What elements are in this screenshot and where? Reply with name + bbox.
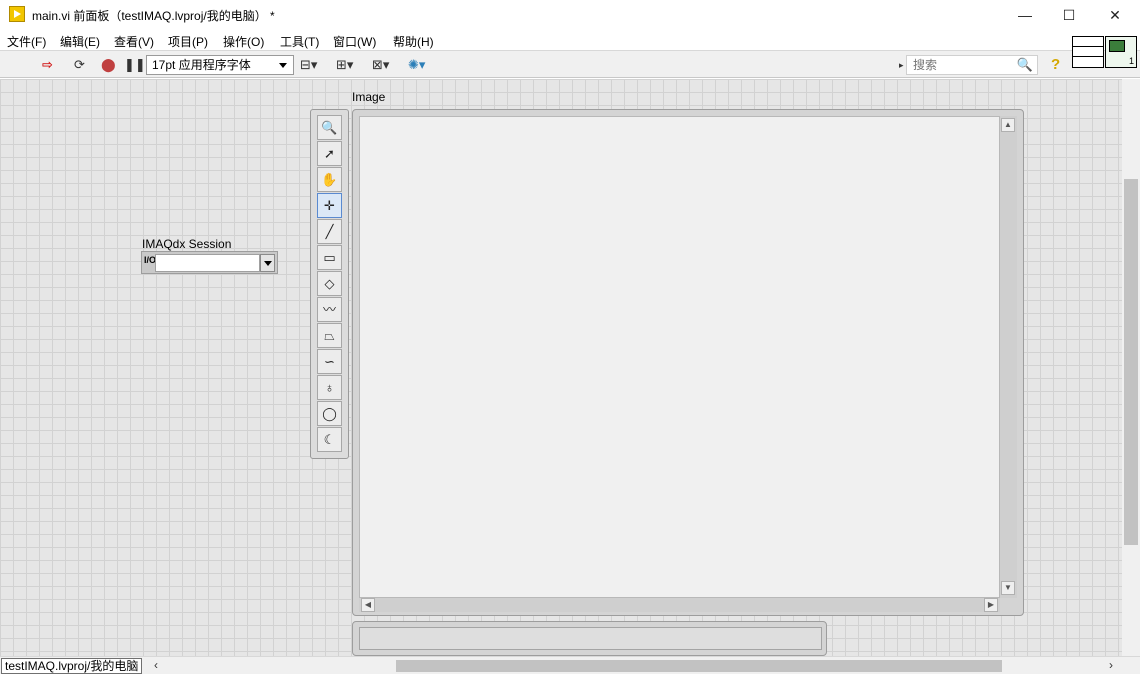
vi-icon[interactable]: 1 [1105,36,1137,68]
reorder-icon[interactable]: ✺▾ [408,56,425,74]
font-select[interactable]: 17pt 应用程序字体 [146,55,294,75]
font-select-value: 17pt 应用程序字体 [152,58,251,72]
menu-operate[interactable]: 操作(O) [223,33,264,50]
run-continuously-icon[interactable]: ⟳ [74,56,85,74]
polygon-tool-icon[interactable]: ⏢ [317,323,342,348]
image-horizontal-scrollbar[interactable]: ◀ ▶ [359,598,1000,612]
title-bar: main.vi 前面板（testIMAQ.lvproj/我的电脑） * — ☐ … [0,0,1140,30]
image-tools-palette: 🔍 ➚ ✋ ✛ ╱ ▭ ◇ 〰 ⏢ ∽ ♁ ◯ ☾ [310,109,349,459]
imaqdx-session-control[interactable]: I/O [141,251,278,274]
selection-arrow-icon[interactable]: ➚ [317,141,342,166]
scroll-left-icon[interactable]: ◀ [361,598,375,612]
align-objects-icon[interactable]: ⊟▾ [300,56,317,74]
chevron-down-icon [279,63,287,68]
scroll-right-icon[interactable]: ▶ [984,598,998,612]
vi-icon-number: 1 [1128,56,1134,66]
menu-window[interactable]: 窗口(W) [333,33,376,50]
pause-icon[interactable]: ❚❚ [124,56,146,74]
image-area[interactable] [359,116,1000,598]
session-label: IMAQdx Session [142,237,232,251]
labview-app-icon [9,6,25,22]
minimize-button[interactable]: — [1002,0,1048,30]
search-input[interactable] [907,56,1007,74]
window-horizontal-scrollbar[interactable]: testIMAQ.lvproj/我的电脑 ‹ › [0,656,1140,674]
window-vscroll-thumb[interactable] [1124,179,1138,545]
image-info-bar [352,621,827,656]
scroll-down-icon[interactable]: ▼ [1001,581,1015,595]
run-arrow-broken-icon[interactable]: ⇨ [42,56,53,74]
polyline-tool-icon[interactable]: 〰 [317,297,342,322]
menu-tools[interactable]: 工具(T) [280,33,319,50]
freehand-region-icon[interactable]: ♁ [317,375,342,400]
pan-hand-icon[interactable]: ✋ [317,167,342,192]
menu-file[interactable]: 文件(F) [7,33,46,50]
point-crosshair-icon[interactable]: ✛ [317,193,342,218]
context-help-icon[interactable]: ? [1051,56,1060,73]
close-button[interactable]: ✕ [1092,0,1138,30]
freehand-line-icon[interactable]: ∽ [317,349,342,374]
zoom-tool-icon[interactable]: 🔍 [317,115,342,140]
menu-bar: 文件(F) 编辑(E) 查看(V) 项目(P) 操作(O) 工具(T) 窗口(W… [0,30,1140,50]
image-label: Image [352,90,386,104]
project-path-label: testIMAQ.lvproj/我的电脑 [1,658,143,674]
image-info-field [359,627,822,650]
connector-pane[interactable] [1072,36,1104,68]
distribute-objects-icon[interactable]: ⊞▾ [336,56,353,74]
maximize-button[interactable]: ☐ [1046,0,1092,30]
window-title: main.vi 前面板（testIMAQ.lvproj/我的电脑） * [32,9,275,23]
image-vertical-scrollbar[interactable]: ▲ ▼ [1000,116,1017,598]
menu-help[interactable]: 帮助(H) [393,33,434,50]
rotated-rectangle-icon[interactable]: ◇ [317,271,342,296]
menu-edit[interactable]: 编辑(E) [60,33,100,50]
vi-icon-screen [1109,40,1125,52]
line-tool-icon[interactable]: ╱ [317,219,342,244]
hscroll-right-icon[interactable]: › [1109,658,1113,672]
search-box[interactable]: 🔍 [906,55,1038,75]
hscroll-left-icon[interactable]: ‹ [154,658,158,672]
search-options-arrow[interactable]: ▸ [899,56,904,74]
oval-tool-icon[interactable]: ◯ [317,401,342,426]
scroll-up-icon[interactable]: ▲ [1001,118,1015,132]
window-hscroll-thumb[interactable] [396,660,1002,672]
resize-objects-icon[interactable]: ⊠▾ [372,56,389,74]
abort-stop-icon[interactable]: ⬤ [101,56,116,74]
toolbar: ⇨ ⟳ ⬤ ❚❚ 17pt 应用程序字体 ⊟▾ ⊞▾ ⊠▾ ✺▾ ▸ 🔍 ? [0,50,1140,78]
session-dropdown-button[interactable] [260,254,275,272]
annulus-tool-icon[interactable]: ☾ [317,427,342,452]
window-vertical-scrollbar[interactable] [1122,79,1140,656]
rectangle-tool-icon[interactable]: ▭ [317,245,342,270]
session-input[interactable] [155,254,260,272]
search-icon[interactable]: 🔍 [1017,57,1033,73]
image-display: ▲ ▼ ◀ ▶ [352,109,1024,616]
menu-view[interactable]: 查看(V) [114,33,154,50]
menu-project[interactable]: 项目(P) [168,33,208,50]
